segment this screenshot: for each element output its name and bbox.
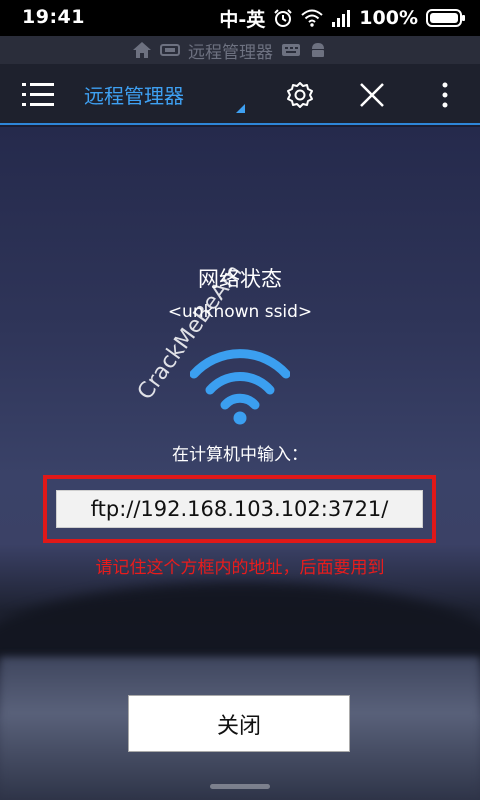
notification-row: 远程管理器 [0, 36, 480, 64]
battery-percent: 100% [359, 7, 418, 29]
device-icon [160, 42, 180, 58]
home-indicator [210, 784, 270, 789]
toolbar-title[interactable]: 远程管理器 [84, 80, 184, 109]
battery-icon [426, 8, 466, 28]
ftp-address-field[interactable]: ftp://192.168.103.102:3721/ [56, 490, 423, 528]
close-toolbar-button[interactable] [355, 78, 389, 112]
background-hill [0, 582, 480, 662]
dropdown-indicator-icon[interactable] [236, 104, 245, 113]
keyboard-icon [281, 42, 301, 58]
alarm-icon [273, 8, 293, 28]
overflow-menu-button[interactable] [428, 78, 462, 112]
wifi-icon [190, 349, 290, 425]
gear-icon [287, 82, 313, 108]
wifi-status-icon [301, 9, 323, 27]
annotation-text: 请记住这个方框内的地址，后面要用到 [95, 558, 385, 578]
signal-icon [331, 9, 351, 27]
network-status-title: 网络状态 [198, 267, 282, 291]
android-icon [309, 41, 327, 59]
menu-icon [22, 83, 54, 106]
notification-app-label: 远程管理器 [188, 42, 273, 63]
settings-button[interactable] [283, 78, 317, 112]
more-vert-icon [442, 82, 448, 108]
status-indicators: 中-英 100% [219, 5, 466, 31]
menu-button[interactable] [22, 80, 62, 110]
status-bar: 19:41 中-英 100% [0, 0, 480, 36]
instruction-label: 在计算机中输入： [172, 445, 308, 465]
close-icon [360, 83, 384, 107]
close-button[interactable]: 关闭 [128, 695, 350, 752]
app-toolbar: 远程管理器 [0, 64, 480, 125]
home-icon [132, 41, 152, 59]
ssid-label: <unknown ssid> [167, 302, 313, 322]
carrier-label: 中-英 [219, 8, 266, 31]
status-time: 19:41 [22, 6, 85, 28]
